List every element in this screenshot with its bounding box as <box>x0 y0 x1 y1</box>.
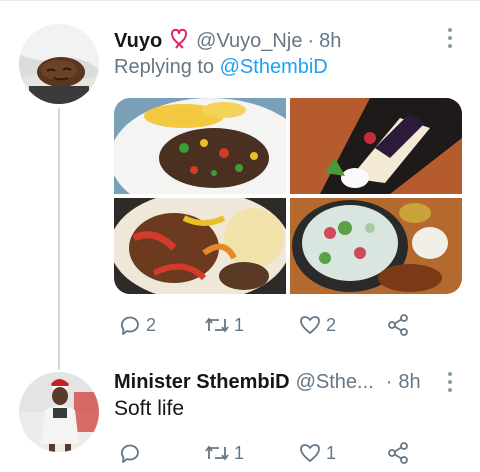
reply-icon <box>121 444 139 463</box>
thread-connector-line <box>58 108 60 370</box>
tweet-header: Minister SthembiD @Sthe... · 8h <box>114 371 421 394</box>
like-count: 2 <box>326 314 337 335</box>
like-button[interactable]: 2 <box>298 313 336 337</box>
reply-button[interactable]: 2 <box>118 313 156 337</box>
reply-button[interactable] <box>118 441 146 465</box>
like-button[interactable]: 1 <box>298 441 336 465</box>
replying-to-line: Replying to @SthembiD <box>114 56 328 79</box>
heart-icon <box>300 444 320 462</box>
share-icon <box>388 442 408 464</box>
retweet-button[interactable]: 1 <box>204 313 244 337</box>
tweet-actions: 1 1 <box>114 441 434 467</box>
heart-ribbon-emoji-icon <box>168 27 190 55</box>
display-name[interactable]: Minister SthembiD <box>114 371 290 394</box>
share-button[interactable] <box>386 313 410 337</box>
display-name[interactable]: Vuyo <box>114 30 162 53</box>
retweet-icon <box>205 445 229 461</box>
share-button[interactable] <box>386 441 410 465</box>
timestamp[interactable]: 8h <box>319 30 341 53</box>
user-handle[interactable]: @Sthe... <box>296 371 374 394</box>
retweet-button[interactable]: 1 <box>204 441 244 465</box>
tweet-text: Soft life <box>114 397 185 420</box>
avatar[interactable] <box>19 24 99 104</box>
heart-icon <box>300 316 320 334</box>
like-count: 1 <box>326 442 337 463</box>
replying-to-mention[interactable]: @SthembiD <box>220 56 328 78</box>
media-grid <box>114 98 462 294</box>
media-photo-1[interactable] <box>114 98 286 194</box>
retweet-count: 1 <box>234 314 245 335</box>
tweet-actions: 2 1 2 <box>114 313 434 339</box>
user-handle[interactable]: @Vuyo_Nje <box>196 30 302 53</box>
reply-icon <box>121 316 139 335</box>
more-options-icon[interactable] <box>440 28 460 48</box>
retweet-count: 1 <box>234 442 245 463</box>
top-divider <box>0 0 480 1</box>
media-photo-2[interactable] <box>290 98 462 194</box>
more-options-icon[interactable] <box>440 372 460 392</box>
replying-to-label: Replying to <box>114 56 215 78</box>
media-photo-3[interactable] <box>114 198 286 294</box>
retweet-icon <box>205 317 229 333</box>
media-photo-4[interactable] <box>290 198 462 294</box>
reply-count: 2 <box>146 314 157 335</box>
avatar[interactable] <box>19 372 99 452</box>
share-icon <box>388 314 408 336</box>
timestamp[interactable]: 8h <box>398 371 420 394</box>
separator-dot: · <box>385 371 393 393</box>
tweet-header: Vuyo @Vuyo_Nje · 8h <box>114 27 341 55</box>
separator-dot: · <box>307 29 315 52</box>
